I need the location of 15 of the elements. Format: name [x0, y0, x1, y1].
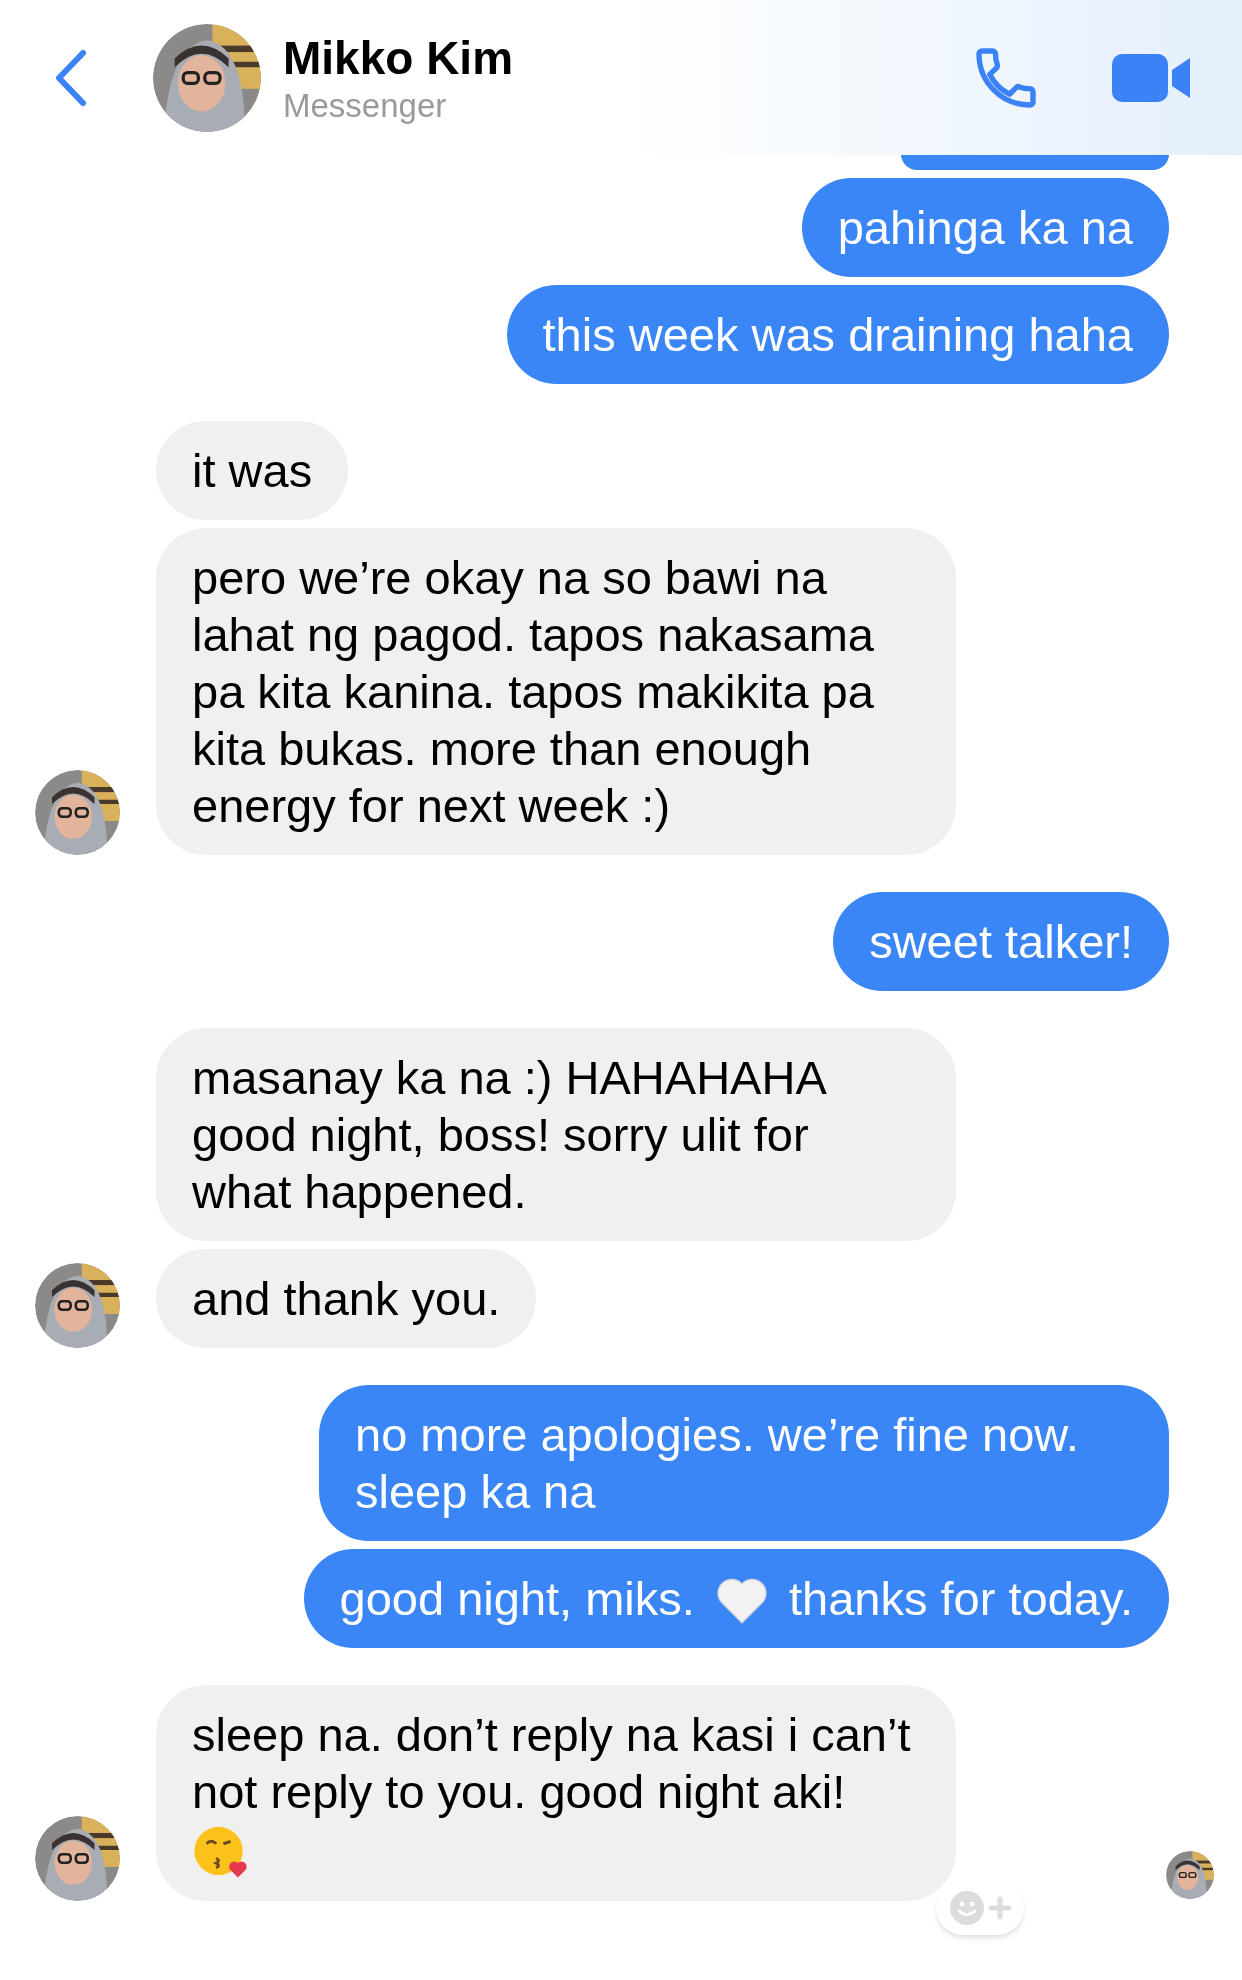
back-icon[interactable]: [55, 48, 87, 107]
contact-subtitle: Messenger: [283, 85, 448, 126]
message-text: no more apologies. we’re fine now. sleep ka na: [355, 1408, 1079, 1518]
message-text: sweet talker!: [869, 915, 1133, 968]
message-text: this week was draining haha: [542, 308, 1133, 361]
message-text: thanks for today.: [789, 1572, 1133, 1625]
message-text: sleep na. don’t reply na kasi i can’t not reply to you. good night aki!: [192, 1708, 911, 1818]
message-text: pahinga ka na: [837, 201, 1133, 254]
contact-name: Mikko Kim: [283, 30, 514, 86]
message-text: masanay ka na :) HAHAHAHA good night, boss! sorry ulit for what happened.: [192, 1051, 825, 1218]
message-text: and thank you.: [192, 1272, 501, 1325]
message-text: it was: [192, 444, 313, 497]
message-text: pero we’re okay na so bawi na lahat ng pagod. tapos nakasama pa kita kanina. tapos makikita pa kita bukas. more than enough energy for next week :): [192, 551, 874, 832]
emoji-plus-icon: [949, 1890, 1011, 1926]
message-text: good night, miks.: [339, 1572, 695, 1625]
